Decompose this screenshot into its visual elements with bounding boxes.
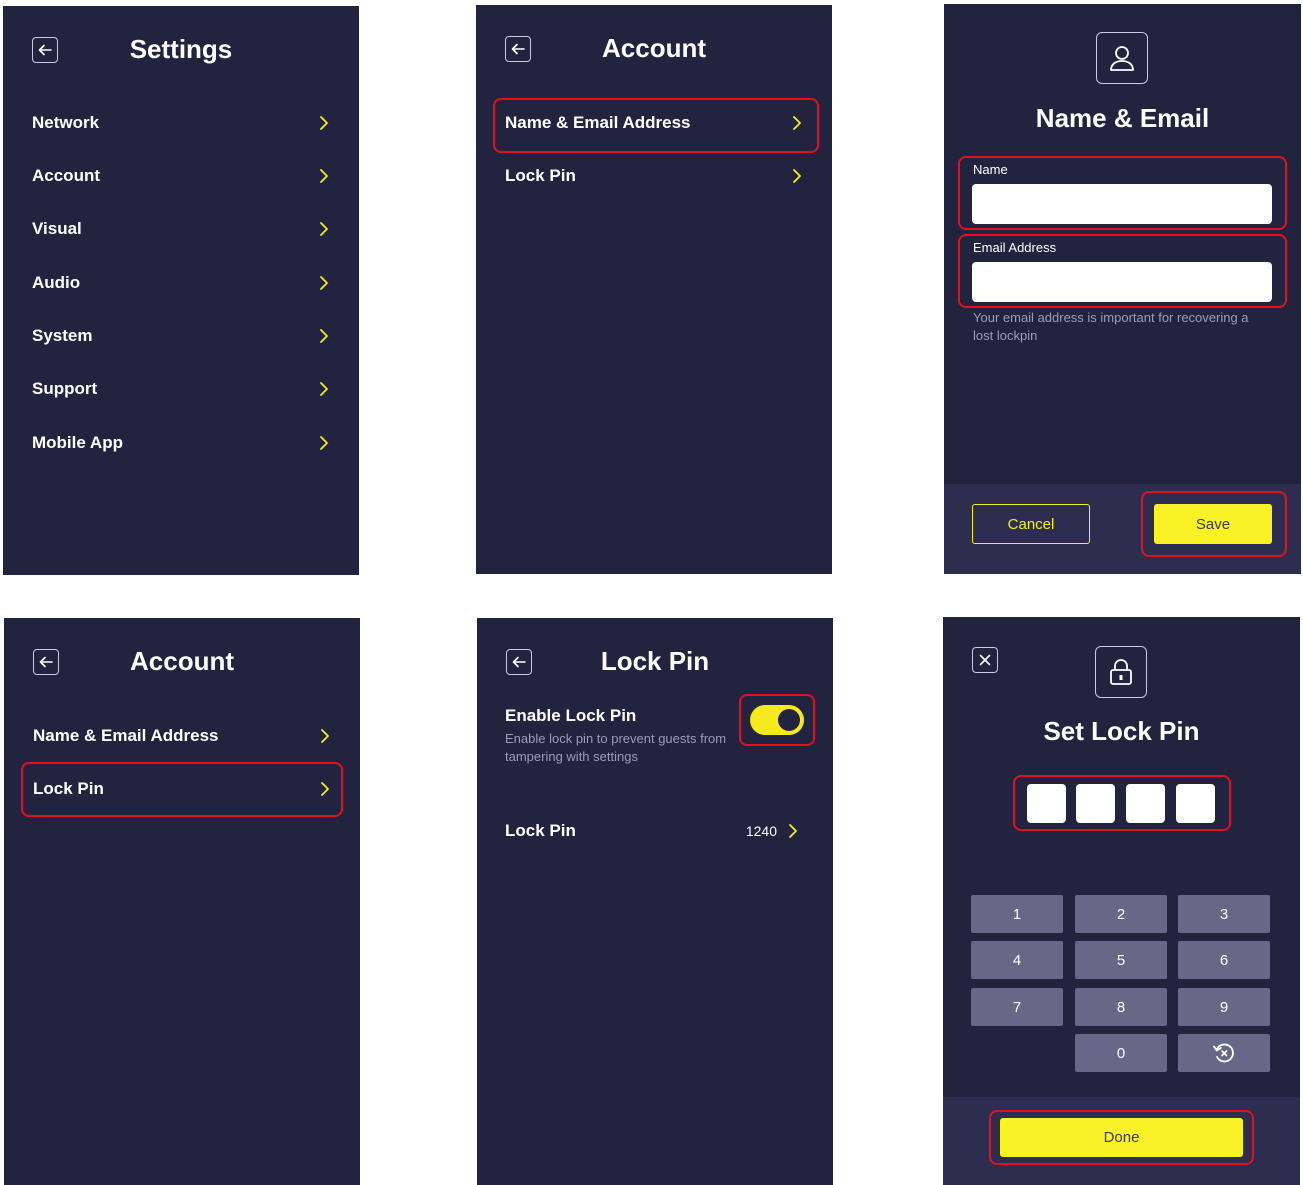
settings-item-label: Account bbox=[32, 166, 100, 185]
chevron-right-icon bbox=[793, 116, 801, 130]
keypad-key-9[interactable]: 9 bbox=[1178, 988, 1270, 1026]
chevron-right-icon bbox=[320, 329, 328, 343]
settings-item-system[interactable]: System bbox=[32, 316, 330, 356]
settings-item-audio[interactable]: Audio bbox=[32, 263, 330, 303]
name-field[interactable] bbox=[972, 184, 1272, 224]
chevron-right-icon bbox=[320, 169, 328, 183]
keypad-key-3[interactable]: 3 bbox=[1178, 895, 1270, 933]
keypad-key-1[interactable]: 1 bbox=[971, 895, 1063, 933]
page-title: Lock Pin bbox=[600, 646, 710, 676]
settings-item-account[interactable]: Account bbox=[32, 156, 330, 196]
account-screen: Account Name & Email Address Lock Pin bbox=[4, 618, 360, 1185]
chevron-right-icon bbox=[321, 729, 329, 743]
keypad-undo-key[interactable] bbox=[1178, 1034, 1270, 1072]
enable-lock-pin-toggle[interactable] bbox=[750, 705, 804, 735]
settings-screen: Settings Network Account Visual Audio Sy… bbox=[3, 6, 359, 575]
page-title: Set Lock Pin bbox=[1043, 716, 1200, 746]
name-label: Name bbox=[973, 162, 1008, 177]
account-item-lock-pin[interactable]: Lock Pin bbox=[33, 769, 331, 809]
undo-icon bbox=[1213, 1043, 1234, 1063]
pin-digit-box[interactable] bbox=[1126, 784, 1165, 823]
email-helper-text: Your email address is important for reco… bbox=[973, 310, 1249, 343]
email-field[interactable] bbox=[972, 262, 1272, 302]
toggle-knob bbox=[778, 709, 800, 731]
lock-icon-box bbox=[1095, 646, 1147, 698]
account-item-lock-pin[interactable]: Lock Pin bbox=[505, 156, 803, 196]
chevron-right-icon bbox=[320, 222, 328, 236]
account-screen: Account Name & Email Address Lock Pin bbox=[476, 5, 832, 574]
email-label: Email Address bbox=[973, 240, 1057, 255]
lock-pin-value: 1240 bbox=[745, 823, 777, 839]
close-button[interactable] bbox=[972, 647, 998, 673]
pin-digit-box[interactable] bbox=[1176, 784, 1215, 823]
done-button[interactable]: Done bbox=[1000, 1118, 1243, 1157]
pin-digit-box[interactable] bbox=[1027, 784, 1066, 823]
account-item-label: Name & Email Address bbox=[33, 726, 219, 745]
settings-item-support[interactable]: Support bbox=[32, 369, 330, 409]
footer-bar: Cancel Save bbox=[944, 484, 1301, 574]
chevron-right-icon bbox=[320, 436, 328, 450]
chevron-right-icon bbox=[320, 116, 328, 130]
chevron-right-icon bbox=[320, 276, 328, 290]
name-email-screen: Name & Email Name Email Address Your ema… bbox=[944, 4, 1301, 574]
lock-pin-label: Lock Pin bbox=[505, 821, 576, 840]
keypad-key-2[interactable]: 2 bbox=[1075, 895, 1167, 933]
settings-item-label: Network bbox=[32, 113, 100, 132]
settings-item-label: Support bbox=[32, 379, 98, 398]
chevron-right-icon bbox=[321, 782, 329, 796]
enable-lock-pin-description: Enable lock pin to prevent guests from t… bbox=[505, 731, 727, 764]
keypad-key-7[interactable]: 7 bbox=[971, 988, 1063, 1026]
user-icon bbox=[1110, 46, 1134, 71]
user-icon-box bbox=[1096, 32, 1148, 84]
settings-item-mobile-app[interactable]: Mobile App bbox=[32, 423, 330, 463]
page-title: Settings bbox=[129, 34, 233, 64]
lock-pin-screen: Lock Pin Enable Lock Pin Enable lock pin… bbox=[477, 618, 833, 1185]
settings-item-label: Audio bbox=[32, 273, 81, 292]
pin-digit-box[interactable] bbox=[1076, 784, 1115, 823]
page-title: Name & Email bbox=[1035, 103, 1210, 133]
account-item-label: Lock Pin bbox=[505, 166, 576, 185]
enable-lock-pin-label: Enable Lock Pin bbox=[505, 706, 637, 725]
account-item-label: Name & Email Address bbox=[505, 113, 691, 132]
keypad-key-6[interactable]: 6 bbox=[1178, 941, 1270, 979]
close-icon bbox=[979, 654, 991, 666]
keypad-key-4[interactable]: 4 bbox=[971, 941, 1063, 979]
page-title: Account bbox=[130, 646, 234, 676]
chevron-right-icon bbox=[793, 169, 801, 183]
keypad-key-8[interactable]: 8 bbox=[1075, 988, 1167, 1026]
account-item-name-email[interactable]: Name & Email Address bbox=[505, 103, 803, 143]
cancel-button[interactable]: Cancel bbox=[972, 504, 1090, 544]
keypad-key-5[interactable]: 5 bbox=[1075, 941, 1167, 979]
account-item-name-email[interactable]: Name & Email Address bbox=[33, 716, 331, 756]
lock-pin-row[interactable]: Lock Pin 1240 bbox=[505, 811, 799, 851]
lock-icon bbox=[1110, 659, 1132, 685]
settings-item-network[interactable]: Network bbox=[32, 103, 330, 143]
keypad-key-0[interactable]: 0 bbox=[1075, 1034, 1167, 1072]
chevron-right-icon bbox=[320, 382, 328, 396]
settings-item-label: Visual bbox=[32, 219, 82, 238]
settings-item-label: Mobile App bbox=[32, 433, 123, 452]
settings-item-visual[interactable]: Visual bbox=[32, 209, 330, 249]
account-item-label: Lock Pin bbox=[33, 779, 104, 798]
page-title: Account bbox=[602, 33, 706, 63]
chevron-right-icon bbox=[789, 824, 797, 838]
footer-bar: Done bbox=[943, 1097, 1300, 1185]
set-lock-pin-screen: Set Lock Pin 1 2 3 4 5 6 7 8 9 0 Done bbox=[943, 617, 1300, 1185]
save-button[interactable]: Save bbox=[1154, 504, 1272, 544]
settings-item-label: System bbox=[32, 326, 93, 345]
